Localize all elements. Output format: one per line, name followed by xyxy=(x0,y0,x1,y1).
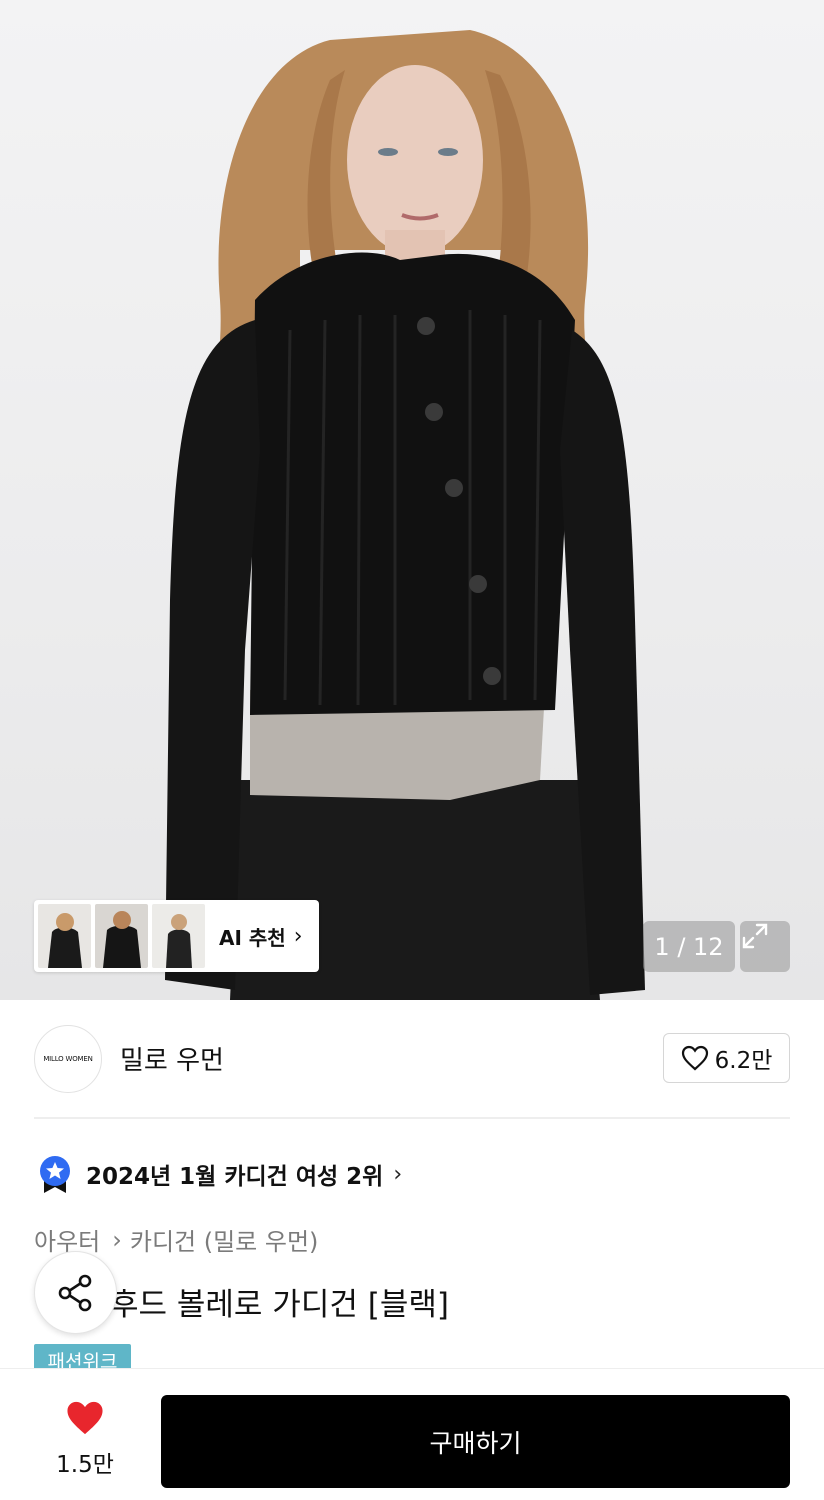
image-counter: 1 / 12 xyxy=(643,921,735,972)
chevron-right-icon: › xyxy=(293,923,303,949)
divider xyxy=(34,1117,790,1119)
ai-thumbnail-1[interactable] xyxy=(38,904,91,968)
brand-logo-text: MILLO WOMEN xyxy=(43,1055,93,1063)
ranking-text: 2024년 1월 카디건 여성 2위 xyxy=(86,1164,384,1190)
expand-icon xyxy=(742,923,768,949)
chevron-right-icon: › xyxy=(112,1225,122,1254)
heart-filled-icon xyxy=(67,1401,103,1435)
share-icon xyxy=(58,1274,91,1311)
brand-like-button[interactable]: 6.2만 xyxy=(663,1033,790,1083)
chevron-right-icon: › xyxy=(393,1161,403,1187)
ranking-link[interactable]: 2024년 1월 카디건 여성 2위 › xyxy=(38,1154,402,1194)
ai-thumbnail-3[interactable] xyxy=(152,904,205,968)
ai-recommend-text: AI 추천 xyxy=(219,925,286,950)
ai-thumbnail-2[interactable] xyxy=(95,904,148,968)
share-button[interactable] xyxy=(34,1251,117,1334)
product-title: 후드 볼레로 가디건 [블랙] xyxy=(110,1287,449,1323)
brand-name[interactable]: 밀로 우먼 xyxy=(120,1040,224,1077)
buy-button[interactable]: 구매하기 xyxy=(161,1395,790,1488)
breadcrumb-subcategory[interactable]: 카디건 (밀로 우먼) xyxy=(130,1222,319,1257)
wish-button[interactable]: 1.5만 xyxy=(40,1399,130,1479)
heart-outline-icon xyxy=(681,1045,708,1071)
model-photo xyxy=(165,30,645,1000)
wish-count: 1.5만 xyxy=(56,1452,114,1478)
product-image[interactable]: AI 추천 › 1 / 12 xyxy=(0,0,824,1000)
brand-logo[interactable]: MILLO WOMEN xyxy=(34,1025,102,1093)
ai-recommend-chip[interactable]: AI 추천 › xyxy=(34,900,319,972)
brand-like-count: 6.2만 xyxy=(714,1048,773,1074)
star-medal-icon xyxy=(40,1156,70,1193)
expand-button[interactable] xyxy=(740,921,790,972)
ai-recommend-label[interactable]: AI 추천 › xyxy=(219,922,303,951)
bottom-action-bar: 1.5만 구매하기 xyxy=(0,1368,824,1500)
